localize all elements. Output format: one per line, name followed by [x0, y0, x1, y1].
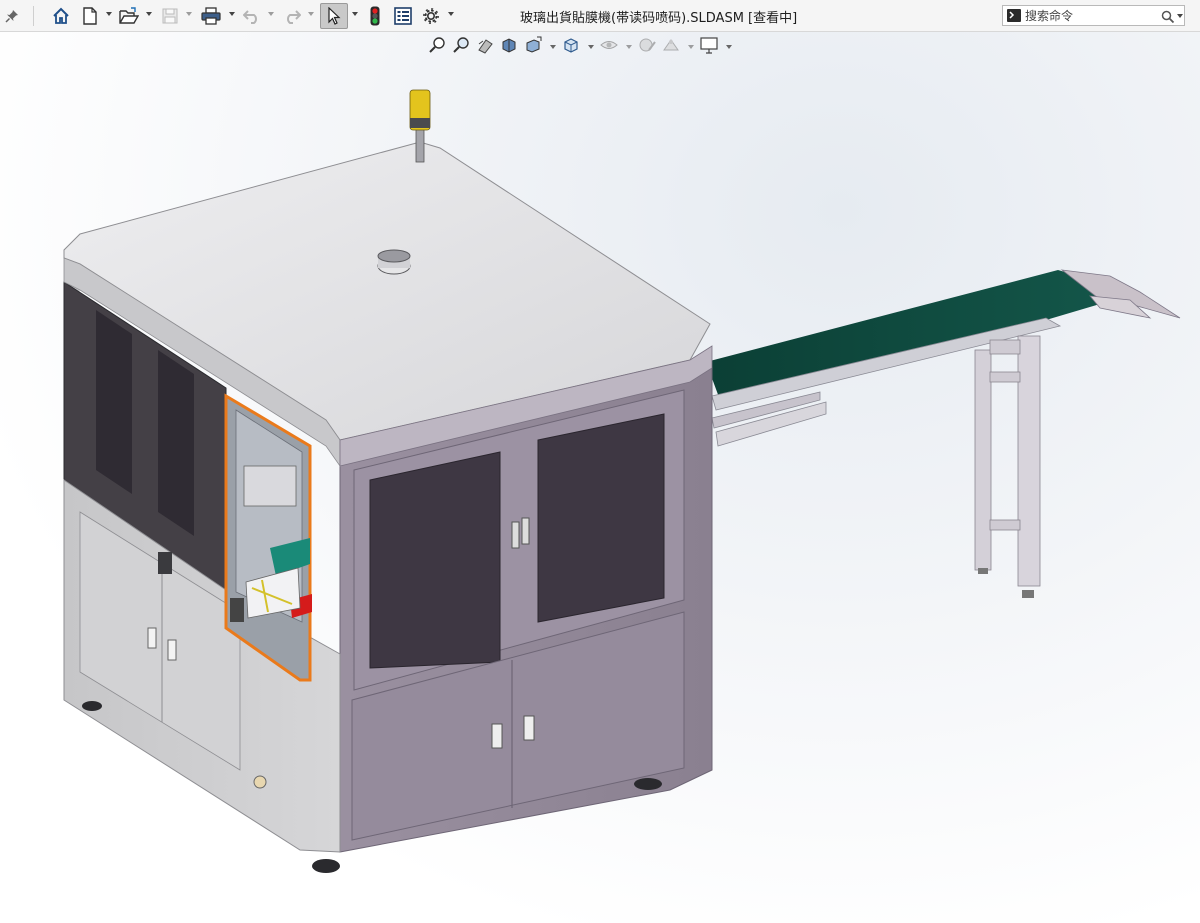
open-side-door: [224, 393, 312, 682]
apply-scene-caret[interactable]: [688, 45, 694, 49]
redo-icon[interactable]: [282, 3, 302, 29]
window-title: 玻璃出貨貼膜機(帯读码喷码).SLDASM [查看中]: [520, 11, 798, 26]
undo-icon[interactable]: [242, 3, 262, 29]
command-prompt-icon: [1007, 9, 1021, 22]
toolbar-divider: [33, 6, 34, 26]
conveyor-leg: [974, 349, 992, 571]
undo-dropdown-caret[interactable]: [268, 12, 274, 16]
view-settings-icon[interactable]: [700, 36, 722, 58]
signal-tower-pole: [415, 125, 425, 163]
rebuild-traffic-light-icon[interactable]: [366, 3, 384, 29]
conveyor-leg-bracket: [989, 339, 1021, 355]
cabinet-handle: [491, 723, 503, 749]
new-document-icon[interactable]: [80, 3, 100, 29]
print-dropdown-caret[interactable]: [229, 12, 235, 16]
save-dropdown-caret[interactable]: [186, 12, 192, 16]
view-orientation-caret[interactable]: [550, 45, 556, 49]
signal-tower-base: [410, 118, 430, 128]
print-icon[interactable]: [200, 3, 222, 29]
conveyor-belt: [706, 270, 1128, 400]
conveyor-leg-crossbar: [989, 371, 1021, 383]
exhaust-port-rim: [377, 249, 411, 263]
zoom-to-fit-icon[interactable]: [428, 36, 450, 58]
door-handle: [521, 517, 530, 545]
cabinet-handle: [523, 715, 535, 741]
home-icon[interactable]: [50, 3, 72, 29]
conveyor-leg: [1017, 335, 1041, 587]
apply-scene-icon[interactable]: [662, 36, 684, 58]
reader-unit: [230, 598, 244, 622]
search-icon[interactable]: [1161, 9, 1175, 28]
emergency-button: [253, 775, 267, 789]
open-folder-icon[interactable]: [118, 3, 140, 29]
redo-dropdown-caret[interactable]: [308, 12, 314, 16]
options-gear-icon[interactable]: [420, 3, 442, 29]
conveyor-foot: [1022, 590, 1034, 598]
title-toolbar: 玻璃出貨貼膜機(帯读码喷码).SLDASM [查看中]: [0, 0, 1200, 32]
select-arrow-icon[interactable]: [320, 3, 348, 29]
display-style-icon[interactable]: [562, 36, 584, 58]
options-dropdown-caret[interactable]: [448, 12, 454, 16]
select-dropdown-caret[interactable]: [352, 12, 358, 16]
search-dropdown-caret[interactable]: [1177, 14, 1183, 18]
pin-icon[interactable]: [4, 3, 20, 29]
left-window: [158, 350, 194, 536]
cabinet-handle: [167, 639, 177, 661]
assembly-model: [63, 89, 1181, 873]
search-input[interactable]: [1025, 7, 1155, 24]
command-search-box[interactable]: [1002, 5, 1185, 26]
zoom-to-area-icon[interactable]: [452, 36, 474, 58]
control-panel: [158, 552, 172, 574]
left-window: [96, 310, 132, 494]
conveyor-foot: [978, 568, 988, 574]
edit-appearance-icon[interactable]: [638, 36, 660, 58]
conveyor-leg-crossbar: [989, 519, 1021, 531]
hide-show-items-icon[interactable]: [600, 36, 622, 58]
previous-view-icon[interactable]: [476, 36, 498, 58]
open-dropdown-caret[interactable]: [146, 12, 152, 16]
cabinet-handle: [147, 627, 157, 649]
outfeed-conveyor: [706, 269, 1181, 598]
front-window-left: [369, 451, 501, 669]
front-window-right: [537, 413, 665, 623]
door-handle: [511, 521, 520, 549]
file-properties-icon[interactable]: [392, 3, 414, 29]
view-orientation-icon[interactable]: [524, 36, 546, 58]
section-view-icon[interactable]: [500, 36, 522, 58]
save-icon[interactable]: [160, 3, 180, 29]
graphics-viewport[interactable]: [0, 32, 1200, 923]
mechanism-block: [243, 465, 297, 507]
hide-show-caret[interactable]: [626, 45, 632, 49]
view-settings-caret[interactable]: [726, 45, 732, 49]
display-style-caret[interactable]: [588, 45, 594, 49]
new-dropdown-caret[interactable]: [106, 12, 112, 16]
